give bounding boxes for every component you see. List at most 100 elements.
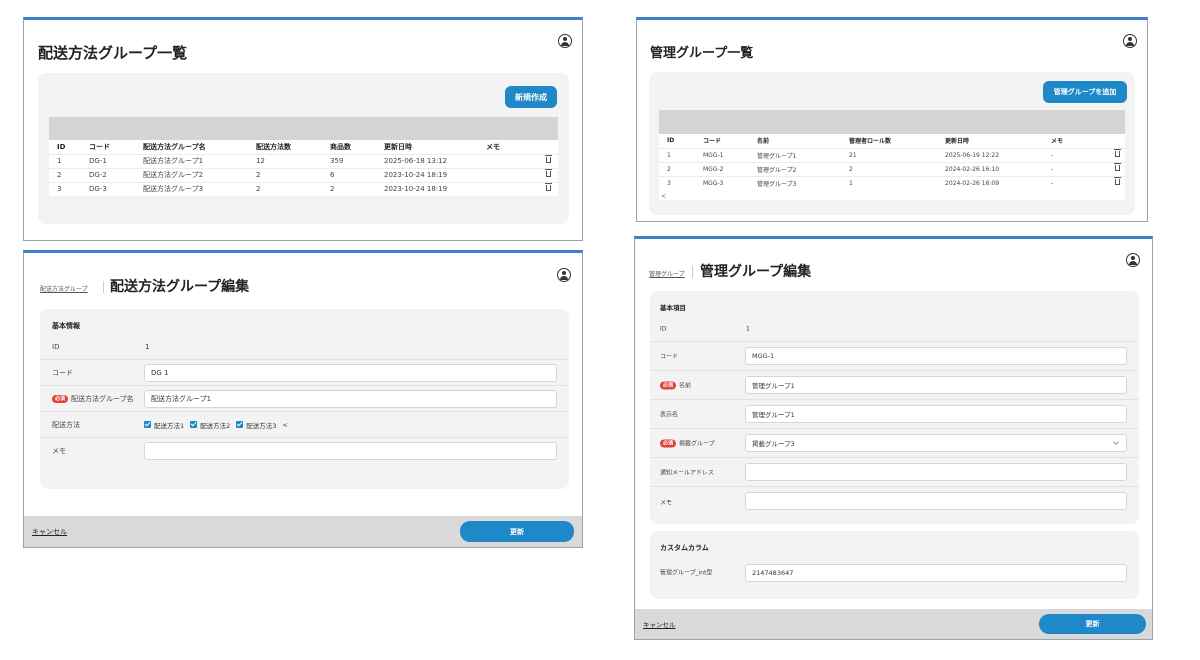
table-row[interactable]: 3 MGG-3 管理グループ3 1 2024-02-26 16:09 - (659, 175, 1125, 190)
table-toolbar (49, 117, 558, 140)
col-memo: メモ (486, 142, 500, 151)
col-methods-count: 配送方法数 (256, 142, 291, 151)
user-account-icon[interactable] (1123, 34, 1137, 48)
section-title: 基本項目 (660, 304, 686, 312)
id-value: 1 (746, 325, 750, 333)
breadcrumb[interactable]: 管理グループ (649, 269, 685, 278)
checkbox-checked-icon (236, 421, 244, 428)
trash-icon[interactable] (545, 155, 552, 163)
list-card: 管理グループを追加 ID コード 名前 管理者ロール数 更新日時 メモ 1 MG… (649, 72, 1135, 215)
user-account-icon[interactable] (557, 268, 571, 282)
custom-int-input[interactable]: 2147483647 (745, 564, 1127, 582)
parent-group-select[interactable]: 掲載グループ3 (745, 434, 1127, 452)
code-input[interactable]: DG 1 (144, 364, 557, 382)
table-row[interactable]: 2 MGG-2 管理グループ2 2 2024-02-26 16:10 - (659, 161, 1125, 176)
col-memo: メモ (1051, 138, 1064, 146)
field-row-methods: 配送方法 配送方法1 配送方法2 配送方法3 < (40, 412, 569, 438)
list-card: 新規作成 ID コード 配送方法グループ名 配送方法数 商品数 更新日時 メモ … (38, 73, 569, 224)
form-footer: キャンセル 更新 (635, 609, 1152, 639)
section-title: 基本情報 (52, 322, 80, 330)
field-row-code: コード MGG-1 (650, 342, 1139, 371)
basic-items-card: 基本項目 ID 1 コード MGG-1 必須 名前 管理グループ1 表示名 管理… (650, 291, 1139, 524)
col-id: ID (57, 142, 66, 151)
cancel-link[interactable]: キャンセル (643, 619, 676, 629)
memo-label: メモ (660, 499, 673, 506)
chevron-down-icon (1113, 439, 1119, 446)
field-row-code: コード DG 1 (40, 360, 569, 386)
code-input[interactable]: MGG-1 (745, 347, 1127, 365)
required-badge: 必須 (660, 439, 677, 447)
id-label: ID (52, 342, 60, 351)
field-row-memo: メモ (40, 438, 569, 464)
delivery-group-table: ID コード 配送方法グループ名 配送方法数 商品数 更新日時 メモ 1 DG-… (49, 117, 558, 196)
table-row[interactable]: 2 DG-2 配送方法グループ2 2 6 2023-10-24 18:19 (49, 167, 558, 182)
trash-icon[interactable] (1114, 177, 1121, 186)
page-title: 配送方法グループ一覧 (38, 44, 188, 62)
checkbox-checked-icon (144, 421, 151, 428)
breadcrumb[interactable]: 配送方法グループ (40, 284, 88, 293)
form-body: ID 1 コード MGG-1 必須 名前 管理グループ1 表示名 管理グループ1 (650, 317, 1139, 521)
name-input[interactable]: 管理グループ1 (745, 376, 1127, 394)
methods-label: 配送方法 (52, 420, 80, 429)
col-products-count: 商品数 (330, 142, 351, 151)
custom-column-card: カスタムカラム 管理グループ_int型 2147483647 (650, 531, 1139, 599)
add-admin-group-button[interactable]: 管理グループを追加 (1043, 81, 1127, 103)
update-button[interactable]: 更新 (1039, 614, 1146, 634)
field-row-parent-group: 必須 掲載グループ 掲載グループ3 (650, 429, 1139, 458)
email-label: 通知メールアドレス (660, 469, 715, 477)
table-row[interactable]: 1 DG-1 配送方法グループ1 12 359 2025-06-18 13:12 (49, 153, 558, 168)
display-name-input[interactable]: 管理グループ1 (745, 405, 1127, 423)
required-badge: 必須 (660, 381, 677, 389)
table-row[interactable]: 3 DG-3 配送方法グループ3 2 2 2023-10-24 18:19 (49, 181, 558, 196)
method-checkbox-3[interactable]: 配送方法3 (236, 420, 276, 430)
display-name-label: 表示名 (660, 411, 679, 419)
col-code: コード (89, 142, 110, 151)
admin-group-list-panel: 管理グループ一覧 管理グループを追加 ID コード 名前 管理者ロール数 更新日… (636, 17, 1148, 222)
method-checkbox-2[interactable]: 配送方法2 (190, 420, 230, 430)
table-toolbar (659, 110, 1125, 134)
scroll-left-indicator[interactable]: < (659, 190, 1125, 200)
table-header: ID コード 名前 管理者ロール数 更新日時 メモ (659, 134, 1125, 148)
custom-int-label: 管理グループ_int型 (660, 569, 713, 577)
basic-info-card: 基本情報 ID 1 コード DG 1 必須 配送方法グループ名 配送方法グループ… (40, 309, 569, 489)
memo-input[interactable] (745, 492, 1127, 510)
methods-checkboxes: 配送方法1 配送方法2 配送方法3 < (144, 420, 288, 430)
trash-icon[interactable] (1114, 163, 1121, 171)
col-id: ID (667, 137, 675, 145)
trash-icon[interactable] (1114, 149, 1121, 157)
breadcrumb-divider (103, 281, 104, 293)
email-input[interactable] (745, 463, 1127, 481)
parent-group-label: 掲載グループ (679, 440, 715, 448)
methods-collapse-toggle[interactable]: < (282, 421, 287, 429)
admin-group-table: ID コード 名前 管理者ロール数 更新日時 メモ 1 MGG-1 管理グループ… (659, 110, 1125, 200)
section-title: カスタムカラム (660, 544, 709, 552)
form-body: ID 1 コード DG 1 必須 配送方法グループ名 配送方法グループ1 配送方… (40, 334, 569, 484)
group-name-input[interactable]: 配送方法グループ1 (144, 390, 557, 408)
delivery-group-list-panel: 配送方法グループ一覧 新規作成 ID コード 配送方法グループ名 配送方法数 商… (23, 17, 583, 241)
trash-icon[interactable] (545, 169, 552, 177)
field-row-memo: メモ (650, 487, 1139, 516)
admin-group-edit-panel: 管理グループ 管理グループ編集 基本項目 ID 1 コード MGG-1 必須 名… (634, 236, 1153, 640)
table-header: ID コード 配送方法グループ名 配送方法数 商品数 更新日時 メモ (49, 140, 558, 154)
update-button[interactable]: 更新 (460, 521, 574, 542)
trash-icon[interactable] (545, 183, 552, 192)
form-footer: キャンセル 更新 (24, 516, 582, 547)
id-label: ID (660, 325, 667, 333)
field-row-name: 必須 名前 管理グループ1 (650, 371, 1139, 400)
field-row-email: 通知メールアドレス (650, 458, 1139, 487)
col-name: 配送方法グループ名 (143, 142, 206, 151)
new-create-button[interactable]: 新規作成 (505, 86, 557, 108)
breadcrumb-divider (692, 266, 693, 278)
name-label: 名前 (679, 382, 692, 390)
delivery-group-edit-panel: 配送方法グループ 配送方法グループ編集 基本情報 ID 1 コード DG 1 必… (23, 250, 583, 548)
table-row[interactable]: 1 MGG-1 管理グループ1 21 2025-06-19 12:22 - (659, 147, 1125, 162)
user-account-icon[interactable] (1126, 253, 1140, 267)
name-label: 配送方法グループ名 (71, 394, 134, 403)
field-row-name: 必須 配送方法グループ名 配送方法グループ1 (40, 386, 569, 412)
memo-input[interactable] (144, 442, 557, 460)
field-row-display-name: 表示名 管理グループ1 (650, 400, 1139, 429)
code-label: コード (52, 368, 73, 377)
user-account-icon[interactable] (558, 34, 572, 48)
cancel-link[interactable]: キャンセル (32, 527, 67, 537)
method-checkbox-1[interactable]: 配送方法1 (144, 420, 184, 430)
